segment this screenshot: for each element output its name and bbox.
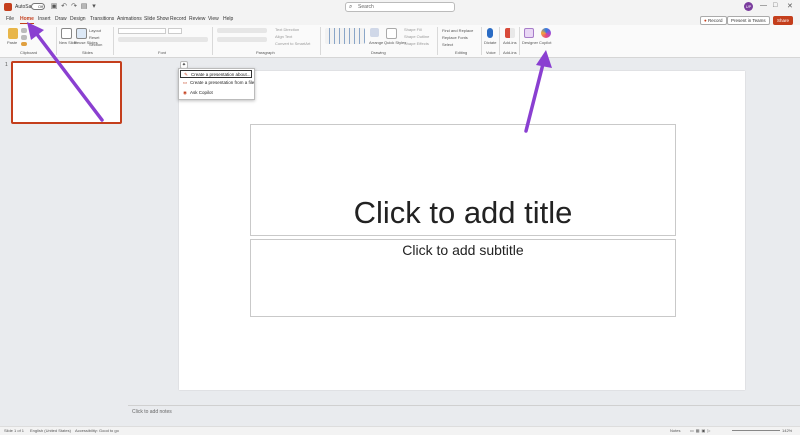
annotation-arrows (27, 22, 552, 133)
arrow-to-copilot-button (524, 50, 552, 133)
arrow-to-home-tab (27, 22, 104, 122)
